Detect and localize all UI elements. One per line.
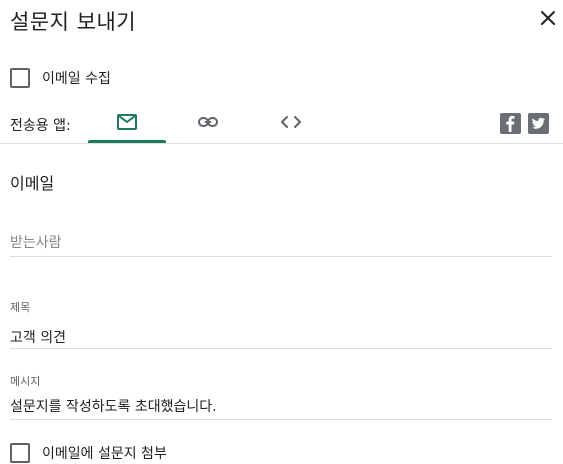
link-icon bbox=[198, 117, 218, 127]
subject-input[interactable]: 고객 의견 bbox=[10, 327, 66, 347]
collect-email-label: 이메일 수집 bbox=[42, 71, 111, 87]
subject-label: 제목 bbox=[10, 301, 31, 314]
collect-email-checkbox[interactable] bbox=[10, 68, 30, 88]
message-underline bbox=[10, 419, 552, 420]
tabs-divider bbox=[0, 143, 563, 144]
attach-form-label: 이메일에 설문지 첨부 bbox=[42, 446, 167, 462]
embed-code-icon bbox=[281, 116, 301, 128]
tab-email[interactable] bbox=[88, 104, 166, 140]
attach-form-checkbox[interactable] bbox=[10, 443, 30, 463]
twitter-icon bbox=[531, 117, 545, 129]
tab-embed[interactable] bbox=[266, 104, 316, 140]
message-input[interactable]: 설문지를 작성하도록 초대했습니다. bbox=[10, 396, 217, 416]
subject-underline bbox=[10, 348, 552, 349]
tab-link[interactable] bbox=[180, 104, 236, 140]
message-label: 메시지 bbox=[10, 375, 41, 388]
facebook-button[interactable] bbox=[500, 113, 521, 134]
twitter-button[interactable] bbox=[528, 113, 549, 134]
dialog-title: 설문지 보내기 bbox=[10, 10, 137, 34]
recipients-input[interactable]: 받는사람 bbox=[10, 232, 62, 252]
recipients-underline bbox=[10, 256, 552, 257]
send-via-label: 전송용 앱: bbox=[10, 118, 71, 134]
mail-icon bbox=[117, 114, 137, 130]
facebook-icon bbox=[506, 116, 515, 132]
close-icon bbox=[541, 11, 555, 25]
close-button[interactable] bbox=[538, 8, 558, 28]
email-section-title: 이메일 bbox=[10, 174, 55, 193]
